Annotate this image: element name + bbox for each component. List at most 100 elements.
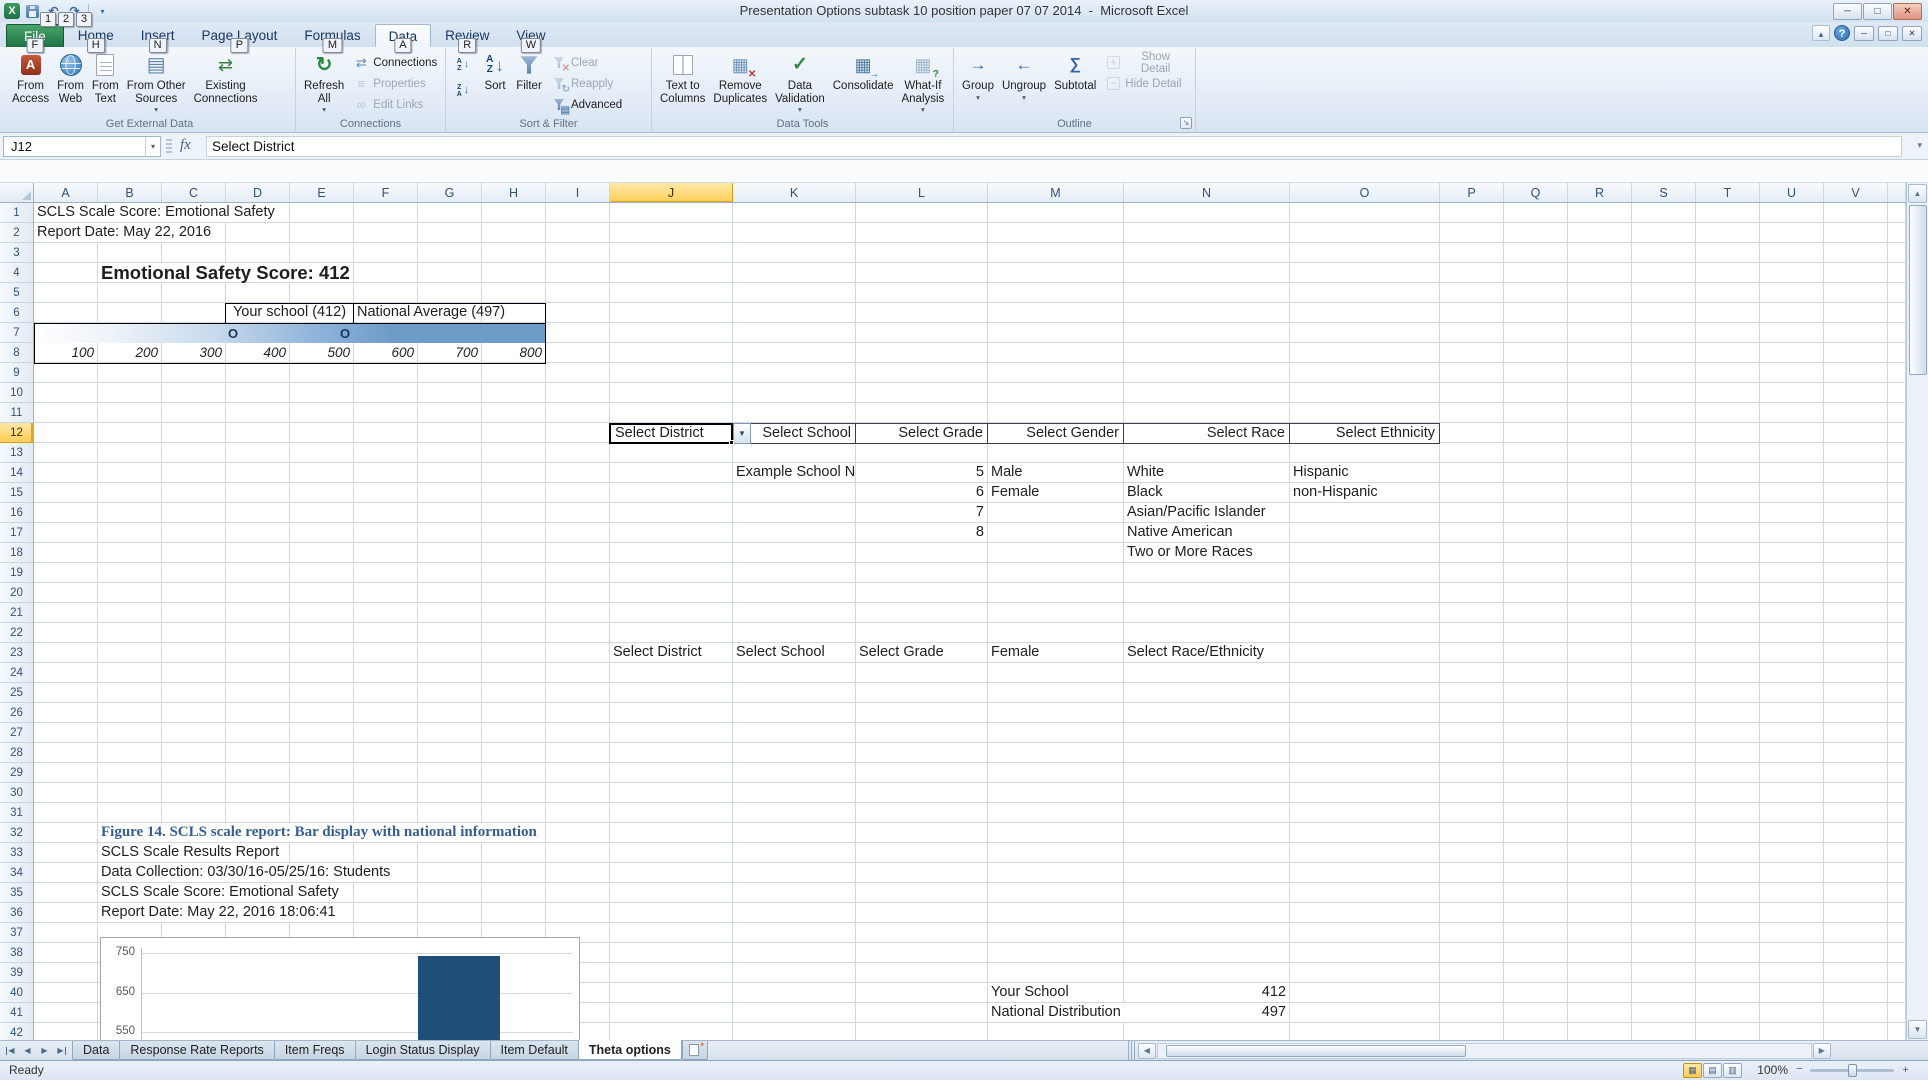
workbook-minimize-icon[interactable]: ─ <box>1854 26 1874 41</box>
row-header-15[interactable]: 15 <box>0 483 33 503</box>
tab-page-layout[interactable]: Page LayoutP <box>189 24 291 47</box>
page-break-view-icon[interactable]: ▥ <box>1723 1063 1742 1078</box>
subtotal-button[interactable]: ∑Subtotal <box>1050 50 1100 114</box>
row-header-7[interactable]: 7 <box>0 323 33 343</box>
row-header-3[interactable]: 3 <box>0 243 33 263</box>
cell-D6[interactable]: Your school (412) <box>226 303 353 322</box>
cell-F6[interactable]: National Average (497) <box>354 303 481 322</box>
column-header-C[interactable]: C <box>162 183 226 203</box>
cell-F8[interactable]: 600 <box>354 343 417 362</box>
excel-app-icon[interactable]: X <box>4 3 20 19</box>
column-header-A[interactable]: A <box>34 183 98 203</box>
cell-J23[interactable]: Select District <box>610 643 732 662</box>
column-header-T[interactable]: T <box>1696 183 1760 203</box>
scroll-down-icon[interactable]: ▼ <box>1908 1020 1927 1039</box>
consolidate-button[interactable]: ▦→Consolidate <box>829 50 898 114</box>
column-header-K[interactable]: K <box>733 183 856 203</box>
dialog-launcher-icon[interactable]: ↘ <box>1180 117 1192 129</box>
tab-split-handle[interactable] <box>1128 1041 1135 1060</box>
row-header-41[interactable]: 41 <box>0 1003 33 1023</box>
cell-B32[interactable]: Figure 14. SCLS scale report: Bar displa… <box>98 823 540 842</box>
cell-D8[interactable]: 400 <box>226 343 289 362</box>
row-header-38[interactable]: 38 <box>0 943 33 963</box>
sheet-tab-item-default[interactable]: Item Default <box>490 1041 579 1060</box>
customize-qat-button[interactable]: ▾ <box>94 3 111 20</box>
row-header-1[interactable]: 1 <box>0 203 33 223</box>
horizontal-scrollbar-thumb[interactable] <box>1166 1045 1466 1057</box>
minimize-button[interactable]: ─ <box>1833 3 1862 20</box>
row-header-36[interactable]: 36 <box>0 903 33 923</box>
connections-button[interactable]: ⇄Connections <box>348 53 442 72</box>
column-header-J[interactable]: J <box>610 183 733 203</box>
cell-L14[interactable]: 5 <box>856 463 987 482</box>
cell-B33[interactable]: SCLS Scale Results Report <box>98 843 282 862</box>
row-header-4[interactable]: 4 <box>0 263 33 283</box>
row-header-39[interactable]: 39 <box>0 963 33 983</box>
select-all-corner[interactable] <box>0 183 34 203</box>
row-header-17[interactable]: 17 <box>0 523 33 543</box>
cell-G8[interactable]: 700 <box>418 343 481 362</box>
sheet-tab-theta-options[interactable]: Theta options <box>578 1040 682 1060</box>
insert-worksheet-button[interactable]: * <box>682 1041 708 1060</box>
zoom-slider[interactable] <box>1810 1069 1894 1072</box>
row-header-40[interactable]: 40 <box>0 983 33 1003</box>
row-header-42[interactable]: 42 <box>0 1023 33 1040</box>
row-header-16[interactable]: 16 <box>0 503 33 523</box>
row-header-24[interactable]: 24 <box>0 663 33 683</box>
zoom-out-icon[interactable]: − <box>1793 1064 1806 1077</box>
sheet-tab-login-status-display[interactable]: Login Status Display <box>355 1041 491 1060</box>
normal-view-icon[interactable]: ▦ <box>1683 1063 1702 1078</box>
close-button[interactable]: ✕ <box>1893 3 1922 20</box>
cell-A8[interactable]: 100 <box>34 343 97 362</box>
cell-N17[interactable]: Native American <box>1124 523 1289 542</box>
tab-data[interactable]: DataA <box>375 24 432 47</box>
cell-N40[interactable]: 412 <box>1124 983 1289 1002</box>
column-header-Q[interactable]: Q <box>1504 183 1568 203</box>
row-header-23[interactable]: 23 <box>0 643 33 663</box>
last-sheet-icon[interactable]: ▶ <box>54 1043 69 1058</box>
formula-input[interactable]: Select District <box>206 136 1902 157</box>
maximize-button[interactable]: □ <box>1863 3 1892 20</box>
row-header-12[interactable]: 12 <box>0 423 33 443</box>
sheet-tab-item-freqs[interactable]: Item Freqs <box>274 1041 356 1060</box>
row-header-14[interactable]: 14 <box>0 463 33 483</box>
column-header-L[interactable]: L <box>856 183 988 203</box>
cell-L23[interactable]: Select Grade <box>856 643 987 662</box>
data-validation-dropdown[interactable]: ▼ <box>733 423 751 444</box>
existing-connections-button[interactable]: ⇄Existing Connections <box>190 50 262 114</box>
from-access-button[interactable]: AFrom Access <box>8 50 53 114</box>
cell-A1[interactable]: SCLS Scale Score: Emotional Safety <box>34 203 278 222</box>
column-header-N[interactable]: N <box>1124 183 1290 203</box>
vertical-scrollbar[interactable]: ▲ ▼ <box>1906 183 1928 1040</box>
from-text-button[interactable]: From Text <box>88 50 123 114</box>
cell-M14[interactable]: Male <box>988 463 1123 482</box>
column-header-F[interactable]: F <box>354 183 418 203</box>
cell-N12[interactable]: Select Race <box>1123 423 1290 444</box>
tab-insert[interactable]: InsertN <box>128 24 188 47</box>
cell-H8[interactable]: 800 <box>482 343 545 362</box>
sheet-tab-response-rate-reports[interactable]: Response Rate Reports <box>119 1041 274 1060</box>
column-header-I[interactable]: I <box>546 183 610 203</box>
row-header-28[interactable]: 28 <box>0 743 33 763</box>
row-header-9[interactable]: 9 <box>0 363 33 383</box>
group-button[interactable]: →Group▾ <box>958 50 998 114</box>
cell-N16[interactable]: Asian/Pacific Islander <box>1124 503 1289 522</box>
cell-B36[interactable]: Report Date: May 22, 2016 18:06:41 <box>98 903 339 922</box>
cell-M23[interactable]: Female <box>988 643 1123 662</box>
workbook-restore-icon[interactable]: □ <box>1878 26 1898 41</box>
row-header-32[interactable]: 32 <box>0 823 33 843</box>
from-other-sources-button[interactable]: ▤From Other Sources▾ <box>123 50 190 114</box>
column-header-B[interactable]: B <box>98 183 162 203</box>
column-header-H[interactable]: H <box>482 183 546 203</box>
worksheet-grid[interactable]: OOSCLS Scale Score: Emotional SafetyRepo… <box>34 203 1906 1040</box>
what-if-analysis-button[interactable]: ▦?What-If Analysis▾ <box>897 50 948 114</box>
sort-button[interactable]: AZ↓Sort <box>478 50 512 114</box>
cell-M12[interactable]: Select Gender <box>987 423 1124 444</box>
row-header-34[interactable]: 34 <box>0 863 33 883</box>
row-header-26[interactable]: 26 <box>0 703 33 723</box>
ungroup-button[interactable]: ←Ungroup▾ <box>998 50 1050 114</box>
minimize-ribbon-icon[interactable]: ▴ <box>1812 25 1830 41</box>
cell-B34[interactable]: Data Collection: 03/30/16-05/25/16: Stud… <box>98 863 393 882</box>
zoom-in-icon[interactable]: + <box>1899 1064 1912 1077</box>
horizontal-scrollbar-track[interactable] <box>1157 1043 1812 1059</box>
